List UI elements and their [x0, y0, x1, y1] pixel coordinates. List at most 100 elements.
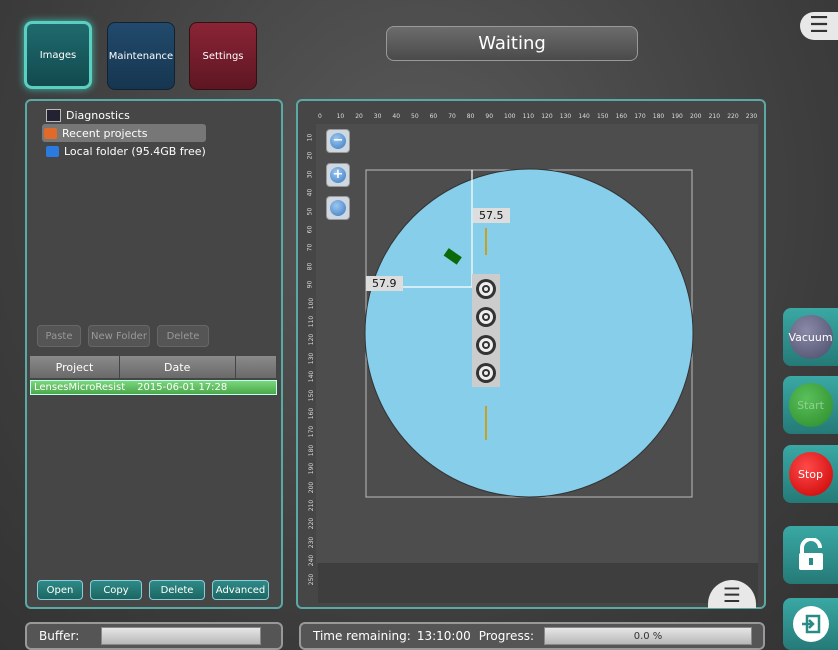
ruler-x-tick: 60 [429, 113, 438, 120]
ruler-x-tick: 160 [615, 113, 628, 120]
delete-project-label: Delete [160, 584, 194, 596]
ruler-y-tick: 240 [308, 554, 316, 567]
ruler-x-tick: 210 [708, 113, 721, 120]
unlock-icon [798, 538, 823, 570]
diagnostics-icon [46, 108, 61, 122]
progress-label: Progress: [478, 629, 534, 643]
buffer-meter [101, 627, 262, 645]
ruler-x-tick: 70 [448, 113, 456, 120]
vacuum-button[interactable]: Vacuum [783, 308, 838, 366]
project-table-header: Project Date [30, 356, 277, 378]
folder-icon [46, 145, 59, 157]
ruler-y-tick: 180 [308, 444, 316, 457]
copy-button[interactable]: Copy [90, 580, 142, 600]
new-folder-button[interactable]: New Folder [88, 325, 150, 347]
ruler-y-tick: 140 [308, 370, 316, 383]
settings-tab[interactable]: Settings [189, 22, 257, 90]
maintenance-tab[interactable]: Maintenance [107, 22, 175, 90]
table-row[interactable]: LensesMicroResist 2015-06-01 17:28 [30, 380, 277, 395]
lens-icon [484, 287, 488, 291]
advanced-label: Advanced [215, 584, 266, 596]
ruler-y-tick: 170 [308, 426, 316, 438]
ruler-y-tick: 30 [306, 170, 314, 179]
ruler-y-tick: 40 [306, 188, 314, 197]
wafer-circle [364, 168, 694, 498]
ruler-x-tick: 0 [318, 113, 322, 120]
delete-folder-button[interactable]: Delete [157, 325, 209, 347]
buffer-label: Buffer: [39, 629, 80, 643]
tree-item-diagnostics[interactable]: Diagnostics [46, 106, 206, 124]
start-button[interactable]: Start [783, 376, 838, 434]
paste-label: Paste [45, 330, 73, 342]
column-header-extra[interactable] [235, 356, 277, 378]
top-menu-button[interactable]: ☰ [800, 12, 838, 40]
file-tree: Diagnostics Recent projects Local folder… [42, 106, 206, 160]
ruler-y-tick: 210 [308, 499, 316, 512]
lens-icon [484, 343, 488, 347]
ruler-y-tick: 70 [306, 244, 314, 252]
ruler-x-tick: 200 [690, 113, 702, 120]
tree-item-recent-projects[interactable]: Recent projects [42, 124, 206, 142]
logout-button[interactable] [783, 598, 838, 650]
ruler-x-tick: 50 [411, 113, 419, 120]
ruler-y-tick: 230 [308, 536, 316, 549]
new-folder-label: New Folder [91, 330, 147, 342]
ruler-y-tick: 10 [306, 133, 314, 142]
status-display: Waiting [386, 26, 638, 61]
ruler-x-tick: 190 [671, 113, 683, 120]
start-label: Start [788, 383, 833, 427]
file-browser-panel [25, 99, 283, 609]
ruler-y-tick: 110 [308, 315, 316, 328]
ruler-y-tick: 120 [308, 334, 316, 346]
ruler-y-tick: 60 [306, 225, 314, 234]
vacuum-label: Vacuum [788, 315, 833, 359]
ruler-y-tick: 50 [306, 207, 314, 215]
progress-value: 0.0 % [633, 630, 663, 642]
images-tab[interactable]: Images [24, 21, 92, 89]
ruler-x-tick: 30 [373, 113, 382, 120]
stop-label: Stop [788, 452, 833, 496]
wafer-map[interactable] [316, 124, 758, 564]
recent-folder-icon [44, 127, 57, 139]
cell-project: LensesMicroResist [34, 382, 126, 393]
cell-date: 2015-06-01 17:28 [137, 382, 228, 393]
ruler-x-tick: 120 [541, 113, 553, 120]
ruler-x-tick: 130 [559, 113, 572, 120]
settings-tab-label: Settings [202, 50, 244, 62]
column-header-project[interactable]: Project [30, 356, 120, 378]
tree-item-label: Local folder (95.4GB free) [64, 144, 206, 158]
exit-icon [792, 606, 829, 642]
open-button[interactable]: Open [37, 580, 83, 600]
lens-icon [484, 315, 488, 319]
buffer-bar: Buffer: [25, 622, 283, 650]
map-footer [318, 563, 758, 603]
ruler-y: 10 20 30 40 50 60 70 80 90 100 110 120 130 140 150 160 1… [306, 124, 316, 585]
ruler-y-tick: 20 [306, 152, 314, 160]
ruler-x-tick: 20 [355, 113, 363, 120]
ruler-y-tick: 100 [308, 297, 316, 309]
column-header-date[interactable]: Date [119, 356, 236, 378]
ruler-x-tick: 100 [504, 113, 516, 120]
ruler-x-tick: 170 [634, 113, 646, 120]
paste-button[interactable]: Paste [37, 325, 81, 347]
progress-bar-box: Time remaining: 13:10:00 Progress: 0.0 % [299, 622, 765, 650]
ruler-y-tick: 150 [308, 389, 316, 401]
ruler-y-tick: 130 [308, 352, 316, 365]
lock-button[interactable] [783, 526, 838, 584]
time-remaining-label: Time remaining: [313, 629, 411, 643]
ruler-x-tick: 230 [745, 113, 758, 120]
ruler-y-tick: 90 [306, 280, 314, 289]
stop-button[interactable]: Stop [783, 445, 838, 503]
ruler-x: 0 10 20 30 40 50 60 70 80 90 100 110 120 130 140 150 160… [306, 113, 758, 123]
open-label: Open [46, 584, 74, 596]
hamburger-menu-icon: ☰ [723, 583, 741, 607]
ruler-x-tick: 90 [485, 113, 494, 120]
ruler-y-tick: 190 [308, 462, 316, 475]
advanced-button[interactable]: Advanced [212, 580, 269, 600]
delete-project-button[interactable]: Delete [149, 580, 205, 600]
x-distance-label: 57.5 [473, 208, 510, 223]
ruler-y-tick: 200 [308, 481, 316, 493]
ruler-y-tick: 160 [308, 407, 316, 420]
tree-item-local-folder[interactable]: Local folder (95.4GB free) [46, 142, 206, 160]
ruler-x-tick: 220 [727, 113, 739, 120]
